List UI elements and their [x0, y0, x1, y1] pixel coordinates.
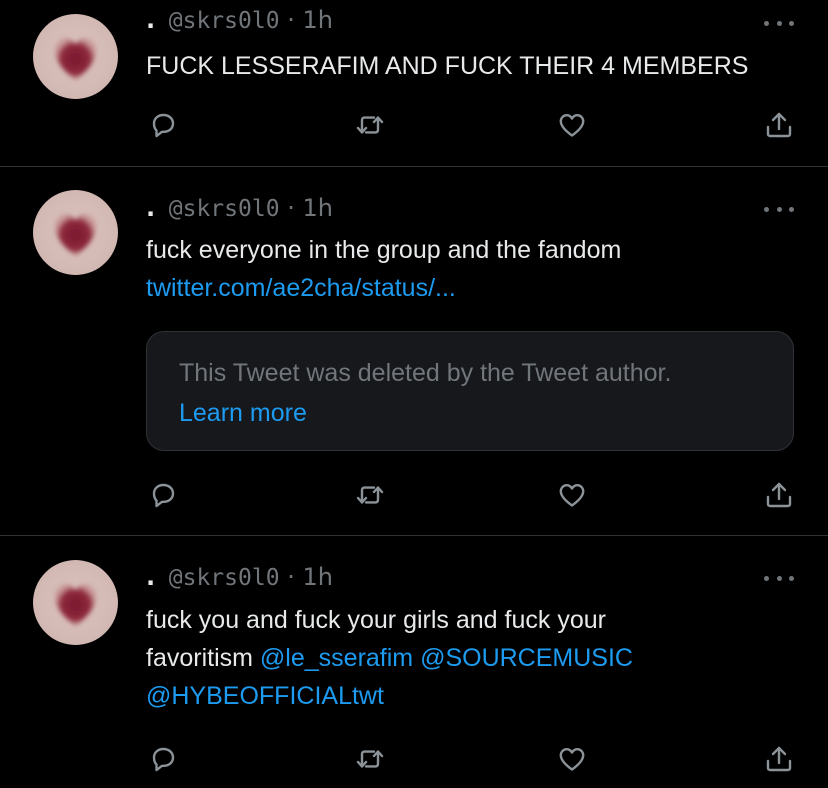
tweet-link[interactable]: twitter.com/ae2cha/status/...: [146, 269, 806, 307]
display-name[interactable]: .: [146, 563, 155, 591]
share-icon[interactable]: [764, 110, 794, 140]
avatar[interactable]: [33, 14, 118, 99]
quoted-tweet-card[interactable]: This Tweet was deleted by the Tweet auth…: [146, 331, 794, 451]
tweet-text: FUCK LESSERAFIM AND FUCK THEIR 4 MEMBERS: [146, 52, 749, 80]
timestamp[interactable]: · 1h: [287, 563, 333, 591]
reply-icon[interactable]: [148, 110, 178, 140]
retweet-icon[interactable]: [355, 480, 385, 510]
retweet-icon[interactable]: [355, 744, 385, 774]
mention-sourcemusic[interactable]: @SOURCEMUSIC: [420, 644, 633, 672]
heart-icon[interactable]: [557, 110, 587, 140]
timestamp[interactable]: · 1h: [287, 6, 333, 34]
tweet-header: . @skrs0l0 · 1h: [146, 194, 333, 224]
display-name[interactable]: .: [146, 194, 155, 222]
tweet-text: fuck everyone in the group and the fando…: [146, 231, 806, 307]
heart-icon[interactable]: [557, 744, 587, 774]
tweet-text-fragment: favoritism: [146, 644, 253, 672]
tweet-text-line: fuck you and fuck your girls and fuck yo…: [146, 606, 606, 634]
tweet-header: . @skrs0l0 · 1h: [146, 563, 333, 593]
avatar[interactable]: [33, 190, 118, 275]
heart-avatar-icon: [54, 214, 97, 256]
display-name[interactable]: .: [146, 6, 155, 34]
share-icon[interactable]: [764, 744, 794, 774]
mention-hybeofficialtwt[interactable]: @HYBEOFFICIALtwt: [146, 677, 806, 715]
avatar[interactable]: [33, 560, 118, 645]
tweet-1[interactable]: . @skrs0l0 · 1h FUCK LESSERAFIM AND FUCK…: [0, 0, 828, 166]
reply-icon[interactable]: [148, 744, 178, 774]
reply-icon[interactable]: [148, 480, 178, 510]
tweet-actions: [0, 480, 828, 510]
heart-avatar-icon: [54, 584, 97, 626]
tweet-actions: [0, 110, 828, 140]
retweet-icon[interactable]: [355, 110, 385, 140]
handle[interactable]: @skrs0l0: [169, 8, 280, 34]
more-icon[interactable]: [764, 199, 794, 219]
learn-more-link[interactable]: Learn more: [179, 394, 307, 432]
tweet-text: fuck you and fuck your girls and fuck yo…: [146, 601, 806, 715]
heart-icon[interactable]: [557, 480, 587, 510]
timestamp[interactable]: · 1h: [287, 194, 333, 222]
tweet-actions: [0, 744, 828, 774]
handle[interactable]: @skrs0l0: [169, 565, 280, 591]
more-icon[interactable]: [764, 568, 794, 588]
tweet-text-line: favoritism @le_sserafim @SOURCEMUSIC: [146, 639, 806, 677]
mention-le-sserafim[interactable]: @le_sserafim: [260, 644, 413, 672]
tweet-text-line: fuck everyone in the group and the fando…: [146, 236, 622, 264]
heart-avatar-icon: [54, 38, 97, 80]
more-icon[interactable]: [764, 13, 794, 33]
share-icon[interactable]: [764, 480, 794, 510]
deleted-tweet-notice: This Tweet was deleted by the Tweet auth…: [179, 359, 672, 387]
handle[interactable]: @skrs0l0: [169, 196, 280, 222]
tweet-3[interactable]: . @skrs0l0 · 1h fuck you and fuck your g…: [0, 536, 828, 788]
tweet-header: . @skrs0l0 · 1h: [146, 6, 333, 36]
tweet-2[interactable]: . @skrs0l0 · 1h fuck everyone in the gro…: [0, 167, 828, 535]
